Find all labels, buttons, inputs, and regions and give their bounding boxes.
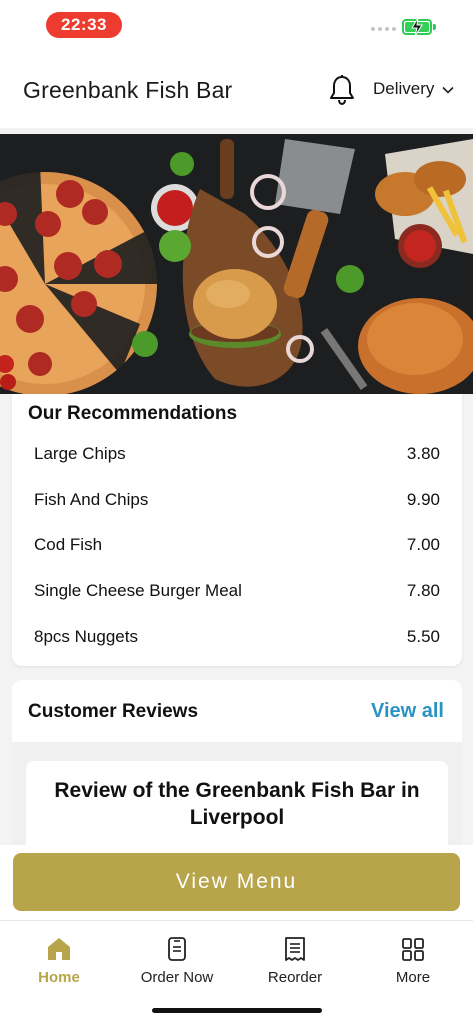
recommendation-item[interactable]: Large Chips 3.80 [34,444,440,474]
item-price: 3.80 [406,444,440,463]
delivery-mode-dropdown[interactable]: Delivery [373,79,454,99]
review-card[interactable]: Review of the Greenbank Fish Bar in Live… [26,761,448,855]
item-name: Fish And Chips [34,490,149,509]
hero-food-banner [0,134,473,394]
reviews-header: Customer Reviews View all [12,680,462,742]
chevron-down-icon [442,86,454,94]
receipt-icon [285,937,305,961]
item-price: 7.80 [406,581,440,600]
tab-home[interactable]: Home [0,935,118,986]
item-name: Single Cheese Burger Meal [34,581,242,600]
item-name: Cod Fish [34,535,103,554]
delivery-mode-label: Delivery [373,79,435,98]
battery-tip [433,24,436,30]
grid-icon [402,938,424,961]
item-name: 8pcs Nuggets [34,627,138,646]
bell-icon[interactable] [328,74,356,106]
item-price: 5.50 [406,627,440,646]
view-menu-button[interactable]: View Menu [13,853,460,911]
home-icon [48,938,70,960]
recommendations-title: Our Recommendations [28,403,238,424]
reviews-list: Review of the Greenbank Fish Bar in Live… [12,742,462,855]
tab-label: More [395,969,431,986]
tab-label: Reorder [267,969,323,986]
review-title: Review of the Greenbank Fish Bar in Live… [54,779,420,829]
status-time: 22:33 [46,12,122,38]
status-bar: 22:33 [0,0,473,54]
signal-icon [371,27,396,31]
order-icon [168,937,186,961]
recommendations-card: Our Recommendations Large Chips 3.80 Fis… [12,394,462,666]
recommendation-item[interactable]: Single Cheese Burger Meal 7.80 [34,581,440,611]
item-price: 7.00 [406,535,440,554]
app-header: Greenbank Fish Bar Delivery [0,54,473,128]
tab-more[interactable]: More [354,935,472,986]
charging-icon [411,17,423,37]
recommendation-item[interactable]: Fish And Chips 9.90 [34,490,440,520]
recommendation-item[interactable]: Cod Fish 7.00 [34,535,440,565]
home-indicator [152,1008,322,1013]
view-all-reviews-link[interactable]: View all [371,700,444,723]
reviews-title: Customer Reviews [28,701,199,722]
tab-label: Order Now [140,969,214,986]
restaurant-title: Greenbank Fish Bar [23,77,233,103]
recommendation-item[interactable]: 8pcs Nuggets 5.50 [34,627,440,657]
reviews-card: Customer Reviews View all Review of the … [12,680,462,855]
item-price: 9.90 [406,490,440,509]
item-name: Large Chips [34,444,126,463]
tab-label: Home [38,969,80,986]
tab-order-now[interactable]: Order Now [118,935,236,986]
tab-reorder[interactable]: Reorder [236,935,354,986]
